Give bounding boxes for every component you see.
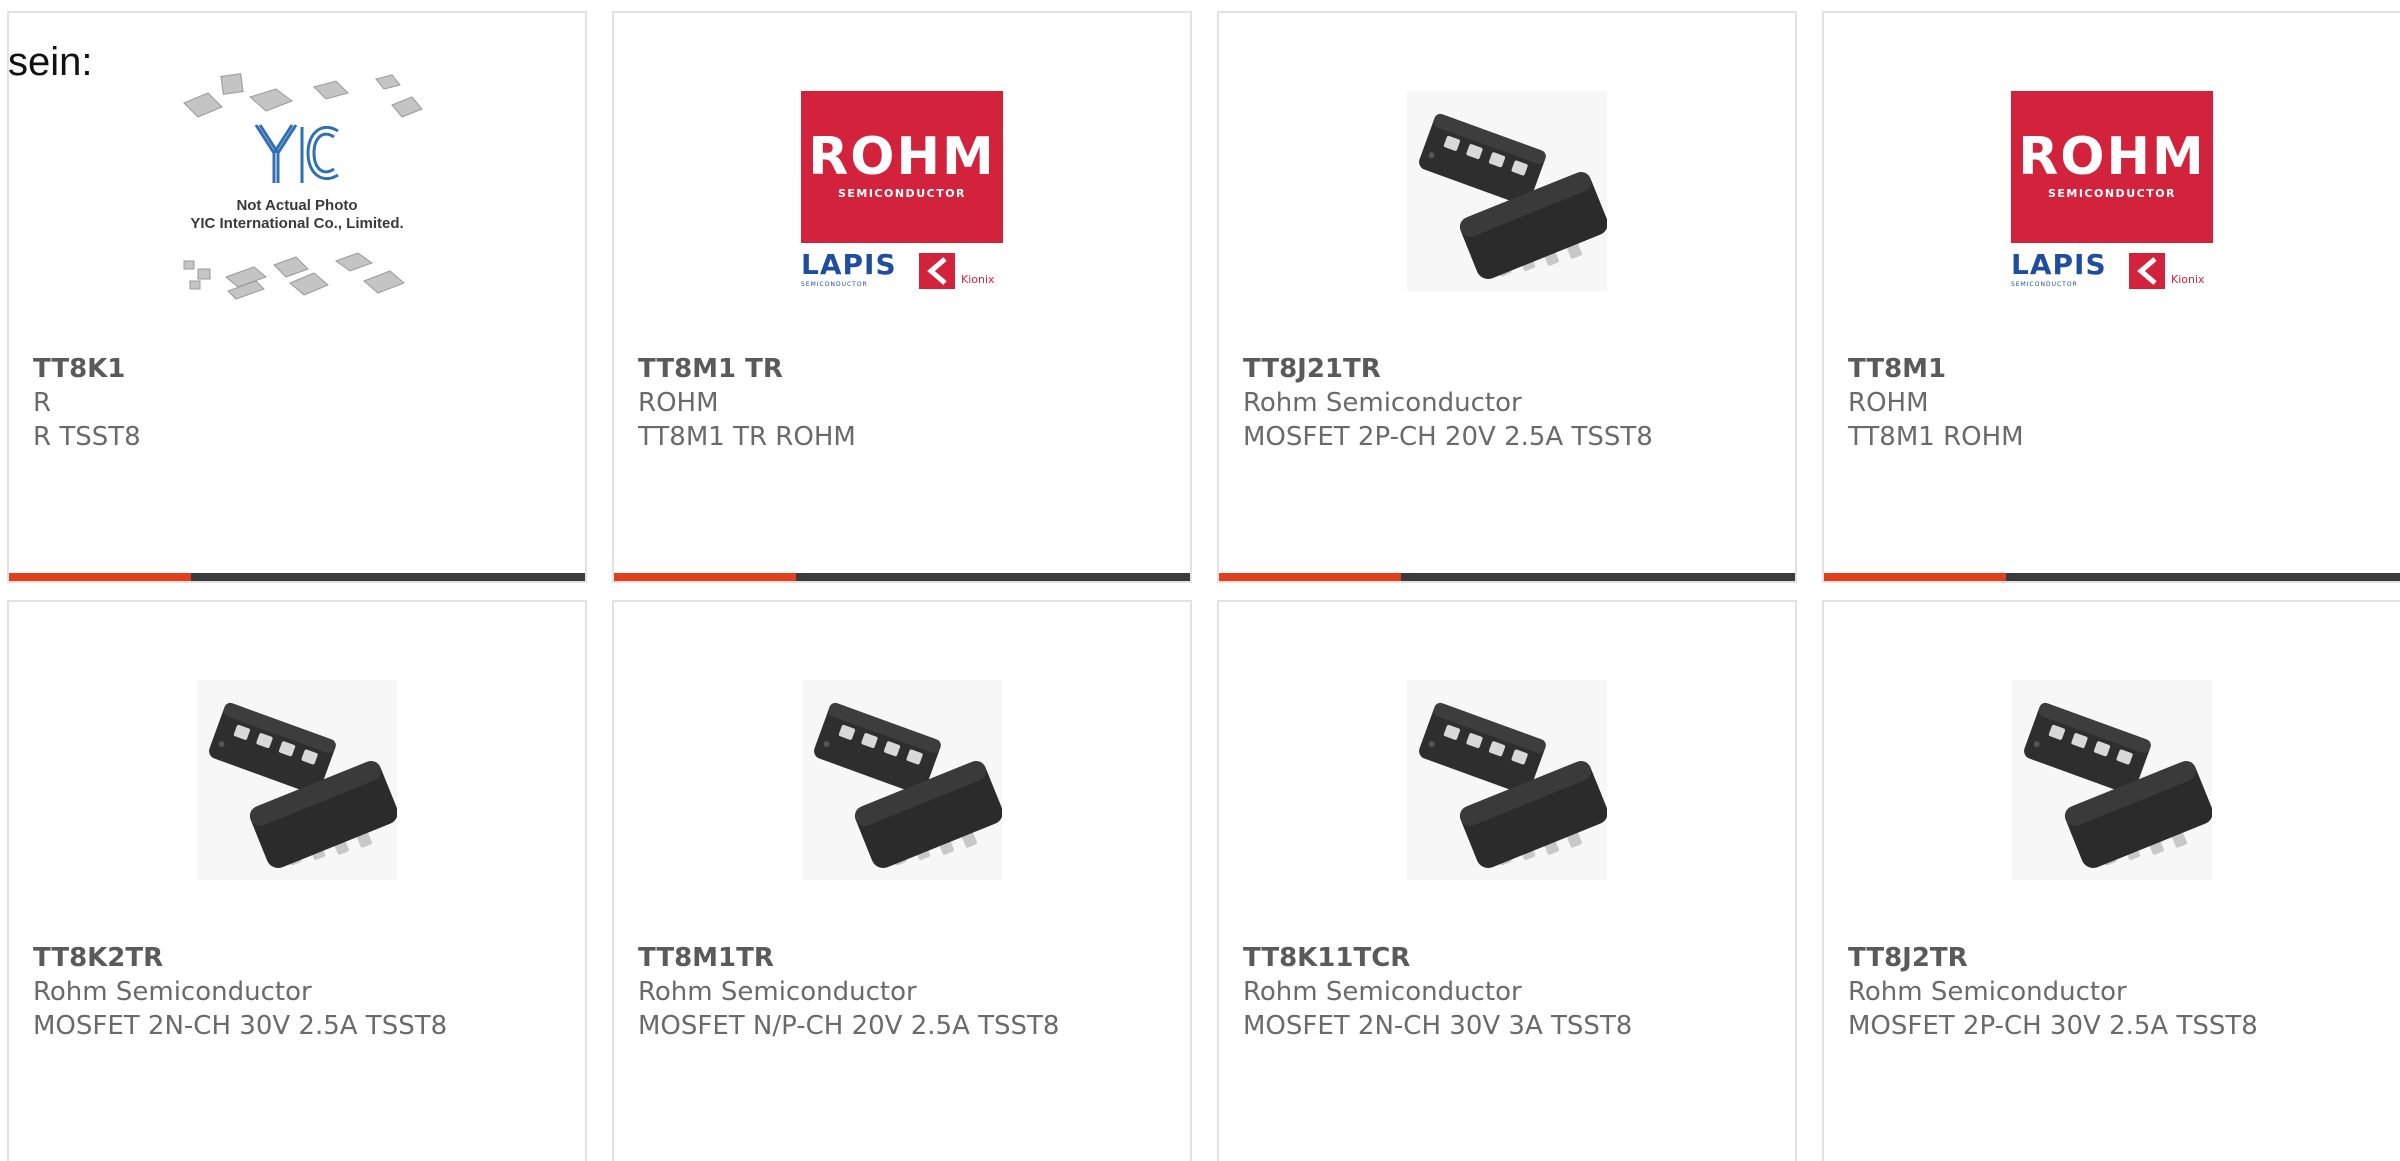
card-bar [9,573,585,581]
chip-thumbnails-bottom [183,252,405,300]
product-card[interactable]: ROHM SEMICONDUCTOR LAPIS SEMICONDUCTOR K… [612,11,1192,583]
lapis-logo: LAPIS [2011,248,2107,281]
rohm-brand: ROHM [808,127,996,187]
description: MOSFET N/P-CH 20V 2.5A TSST8 [638,1011,1060,1041]
part-number[interactable]: TT8K11TCR [1243,941,1785,975]
part-number[interactable]: TT8J21TR [1243,352,1785,386]
product-card[interactable]: TT8K11TCR Rohm Semiconductor MOSFET 2N-C… [1217,600,1797,1161]
manufacturer: Rohm Semiconductor [638,977,917,1007]
manufacturer: ROHM [638,388,719,418]
card-bar-accent [9,573,191,581]
kionix-logo: Kionix [2129,253,2213,289]
product-info: TT8M1 TR ROHM TT8M1 TR ROHM [638,352,1180,454]
kionix-logo: Kionix [919,253,1003,289]
product-card[interactable]: TT8J21TR Rohm Semiconductor MOSFET 2P-CH… [1217,11,1797,583]
intro-text: sein: [8,40,93,84]
tsst8-package-image [2012,680,2212,880]
manufacturer: Rohm Semiconductor [1243,388,1522,418]
product-info: TT8J2TR Rohm Semiconductor MOSFET 2P-CH … [1848,941,2390,1043]
rohm-group-logos: LAPIS SEMICONDUCTOR Kionix [2011,251,2213,291]
placeholder-line-2: YIC International Co., Limited. [190,215,404,232]
tsst8-package-image [1407,91,1607,291]
description: MOSFET 2N-CH 30V 3A TSST8 [1243,1011,1633,1041]
product-grid: Not Actual Photo YIC International Co., … [7,11,2400,1161]
product-card[interactable]: TT8K2TR Rohm Semiconductor MOSFET 2N-CH … [7,600,587,1161]
card-bar [1824,573,2400,581]
kionix-word: Kionix [961,273,995,286]
manufacturer: Rohm Semiconductor [1243,977,1522,1007]
page: sein: Not Actual Photo YIC International… [0,0,2400,1161]
part-number[interactable]: TT8M1TR [638,941,1180,975]
product-image[interactable] [1219,670,1795,890]
product-info: TT8K1 R R TSST8 [33,352,575,454]
product-info: TT8M1 ROHM TT8M1 ROHM [1848,352,2390,454]
rohm-group-logos: LAPIS SEMICONDUCTOR Kionix [801,251,1003,291]
card-bar-accent [1219,573,1401,581]
product-image[interactable]: Not Actual Photo YIC International Co., … [9,73,585,301]
product-card[interactable]: TT8M1TR Rohm Semiconductor MOSFET N/P-CH… [612,600,1192,1161]
description: MOSFET 2N-CH 30V 2.5A TSST8 [33,1011,448,1041]
lapis-sub: SEMICONDUCTOR [2011,281,2078,288]
part-number[interactable]: TT8K1 [33,352,575,386]
card-bar-accent [1824,573,2006,581]
description: TT8M1 TR ROHM [638,422,856,452]
product-info: TT8M1TR Rohm Semiconductor MOSFET N/P-CH… [638,941,1180,1043]
rohm-sub: SEMICONDUCTOR [837,187,967,200]
part-number[interactable]: TT8K2TR [33,941,575,975]
rohm-logo-image: ROHM SEMICONDUCTOR LAPIS SEMICONDUCTOR K… [801,91,1003,291]
kionix-mark-icon [919,253,955,289]
lapis-sub: SEMICONDUCTOR [801,281,868,288]
product-image[interactable]: ROHM SEMICONDUCTOR LAPIS SEMICONDUCTOR K… [1824,81,2400,301]
description: TT8M1 ROHM [1848,422,2024,452]
product-info: TT8K2TR Rohm Semiconductor MOSFET 2N-CH … [33,941,575,1043]
rohm-logo-block: ROHM SEMICONDUCTOR [2011,91,2213,243]
lapis-logo: LAPIS [801,248,897,281]
kionix-word: Kionix [2171,273,2205,286]
part-number[interactable]: TT8M1 TR [638,352,1180,386]
rohm-logo-image: ROHM SEMICONDUCTOR LAPIS SEMICONDUCTOR K… [2011,91,2213,291]
part-number[interactable]: TT8J2TR [1848,941,2390,975]
product-image[interactable] [9,670,585,890]
product-info: TT8J21TR Rohm Semiconductor MOSFET 2P-CH… [1243,352,1785,454]
manufacturer: Rohm Semiconductor [1848,977,2127,1007]
tsst8-package-image [197,680,397,880]
tsst8-package-image [802,680,1002,880]
card-bar-accent [614,573,796,581]
card-bar [614,573,1190,581]
card-bar [1219,573,1795,581]
product-image[interactable] [614,670,1190,890]
manufacturer: ROHM [1848,388,1929,418]
yic-placeholder-image: Not Actual Photo YIC International Co., … [164,71,430,311]
product-image[interactable] [1824,670,2400,890]
product-card[interactable]: ROHM SEMICONDUCTOR LAPIS SEMICONDUCTOR K… [1822,11,2400,583]
product-image[interactable] [1219,81,1795,301]
manufacturer: Rohm Semiconductor [33,977,312,1007]
part-number[interactable]: TT8M1 [1848,352,2390,386]
rohm-sub: SEMICONDUCTOR [2047,187,2177,200]
product-info: TT8K11TCR Rohm Semiconductor MOSFET 2N-C… [1243,941,1785,1043]
placeholder-line-1: Not Actual Photo [236,197,358,214]
rohm-logo-block: ROHM SEMICONDUCTOR [801,91,1003,243]
product-card[interactable]: TT8J2TR Rohm Semiconductor MOSFET 2P-CH … [1822,600,2400,1161]
description: MOSFET 2P-CH 30V 2.5A TSST8 [1848,1011,2258,1041]
description: MOSFET 2P-CH 20V 2.5A TSST8 [1243,422,1653,452]
tsst8-package-image [1407,680,1607,880]
kionix-mark-icon [2129,253,2165,289]
product-card[interactable]: Not Actual Photo YIC International Co., … [7,11,587,583]
manufacturer: R [33,388,52,418]
description: R TSST8 [33,422,141,452]
rohm-brand: ROHM [2018,127,2206,187]
product-image[interactable]: ROHM SEMICONDUCTOR LAPIS SEMICONDUCTOR K… [614,81,1190,301]
yic-logo-icon [254,124,339,183]
